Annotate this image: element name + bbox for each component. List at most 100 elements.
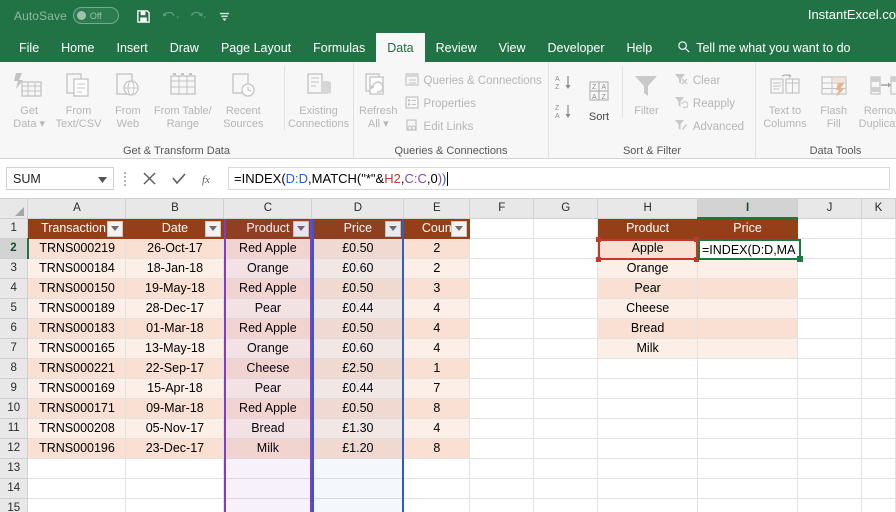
cell-i9[interactable]: [697, 378, 798, 399]
cell-g5[interactable]: [533, 298, 599, 319]
cell-b8[interactable]: 22-Sep-17: [125, 358, 225, 379]
row-header-1[interactable]: 1: [0, 218, 29, 239]
cell-i14[interactable]: [697, 478, 798, 499]
cell-b4[interactable]: 19-May-18: [125, 278, 225, 299]
cell-f14[interactable]: [469, 478, 535, 499]
cell-f9[interactable]: [469, 378, 535, 399]
row-header-3[interactable]: 3: [0, 258, 29, 279]
cell-j15[interactable]: [797, 498, 862, 512]
cell-k1[interactable]: [861, 218, 896, 239]
cell-d1-price-header[interactable]: Price: [311, 218, 405, 239]
confirm-icon[interactable]: [164, 167, 193, 191]
cell-g13[interactable]: [533, 458, 599, 479]
get-data-button[interactable]: Get Data ▾: [5, 66, 53, 130]
cell-d9[interactable]: £0.44: [311, 378, 405, 399]
column-header-e[interactable]: E: [403, 199, 471, 219]
row-header-11[interactable]: 11: [0, 418, 29, 439]
cell-f13[interactable]: [469, 458, 535, 479]
cell-j1[interactable]: [797, 218, 862, 239]
cell-h8[interactable]: [597, 358, 699, 379]
cell-j4[interactable]: [797, 278, 862, 299]
cell-k4[interactable]: [861, 278, 896, 299]
cell-g6[interactable]: [533, 318, 599, 339]
cell-b6[interactable]: 01-Mar-18: [125, 318, 225, 339]
cell-a9[interactable]: TRNS000169: [27, 378, 127, 399]
cell-b7[interactable]: 13-May-18: [125, 338, 225, 359]
cell-c6[interactable]: Red Apple: [223, 318, 313, 339]
cell-e10[interactable]: 8: [403, 398, 471, 419]
cell-g10[interactable]: [533, 398, 599, 419]
tell-me-search[interactable]: Tell me what you want to do: [663, 33, 860, 62]
cell-e15[interactable]: [403, 498, 471, 512]
refresh-all-button[interactable]: Refresh All ▾: [359, 66, 398, 130]
cell-g11[interactable]: [533, 418, 599, 439]
flash-fill-button[interactable]: Flash Fill: [810, 66, 858, 130]
cell-k10[interactable]: [861, 398, 896, 419]
cell-j6[interactable]: [797, 318, 862, 339]
cell-e2[interactable]: 2: [403, 238, 471, 259]
queries-connections-button[interactable]: Queries & Connections: [401, 70, 546, 91]
cell-c7[interactable]: Orange: [223, 338, 313, 359]
cell-k14[interactable]: [861, 478, 896, 499]
sort-ascending-icon[interactable]: AZ: [554, 74, 574, 96]
filter-dropdown-d[interactable]: [385, 220, 402, 237]
row-header-12[interactable]: 12: [0, 438, 29, 459]
cell-j7[interactable]: [797, 338, 862, 359]
cell-a11[interactable]: TRNS000208: [27, 418, 127, 439]
cell-h4-lookup-product[interactable]: Pear: [597, 278, 699, 299]
cell-k7[interactable]: [861, 338, 896, 359]
cell-d8[interactable]: £2.50: [311, 358, 405, 379]
cell-f6[interactable]: [469, 318, 535, 339]
cell-f1[interactable]: [469, 218, 535, 239]
reapply-filter-button[interactable]: Reapply: [670, 93, 748, 114]
cell-b3[interactable]: 18-Jan-18: [125, 258, 225, 279]
cell-c10[interactable]: Red Apple: [223, 398, 313, 419]
cell-i6[interactable]: [697, 318, 798, 339]
cell-e14[interactable]: [403, 478, 471, 499]
cell-j10[interactable]: [797, 398, 862, 419]
sort-dialog-button[interactable]: ZAAZ Sort: [577, 72, 621, 124]
tab-formulas[interactable]: Formulas: [302, 33, 376, 62]
row-header-5[interactable]: 5: [0, 298, 29, 319]
cell-c14[interactable]: [223, 478, 313, 499]
cell-f12[interactable]: [469, 438, 535, 459]
cell-g7[interactable]: [533, 338, 599, 359]
cell-g9[interactable]: [533, 378, 599, 399]
cell-f11[interactable]: [469, 418, 535, 439]
cell-f5[interactable]: [469, 298, 535, 319]
tab-draw[interactable]: Draw: [159, 33, 210, 62]
redo-icon[interactable]: [185, 6, 209, 27]
filter-dropdown-a[interactable]: [107, 220, 124, 237]
cell-f10[interactable]: [469, 398, 535, 419]
cell-c9[interactable]: Pear: [223, 378, 313, 399]
cell-h12[interactable]: [597, 438, 699, 459]
cell-a6[interactable]: TRNS000183: [27, 318, 127, 339]
cell-k11[interactable]: [861, 418, 896, 439]
cell-b14[interactable]: [125, 478, 225, 499]
cell-a2[interactable]: TRNS000219: [27, 238, 127, 259]
cell-e6[interactable]: 4: [403, 318, 471, 339]
cell-g3[interactable]: [533, 258, 599, 279]
cell-i5[interactable]: [697, 298, 798, 319]
cell-b15[interactable]: [125, 498, 225, 512]
cell-h6-lookup-product[interactable]: Bread: [597, 318, 699, 339]
cell-j8[interactable]: [797, 358, 862, 379]
cell-e9[interactable]: 7: [403, 378, 471, 399]
save-icon[interactable]: [131, 6, 155, 27]
tab-home[interactable]: Home: [50, 33, 105, 62]
autosave-toggle[interactable]: Off: [72, 7, 119, 24]
cell-k15[interactable]: [861, 498, 896, 512]
cell-c4[interactable]: Red Apple: [223, 278, 313, 299]
column-header-i[interactable]: I: [697, 199, 798, 219]
tab-insert[interactable]: Insert: [106, 33, 159, 62]
cell-h1-product-header[interactable]: Product: [597, 218, 699, 239]
column-header-b[interactable]: B: [125, 199, 225, 219]
cell-g4[interactable]: [533, 278, 599, 299]
cell-i8[interactable]: [697, 358, 798, 379]
tab-help[interactable]: Help: [616, 33, 664, 62]
cell-h13[interactable]: [597, 458, 699, 479]
properties-button[interactable]: Properties: [401, 93, 546, 114]
formula-bar-grip[interactable]: [120, 171, 129, 186]
cell-c3[interactable]: Orange: [223, 258, 313, 279]
row-header-7[interactable]: 7: [0, 338, 29, 359]
